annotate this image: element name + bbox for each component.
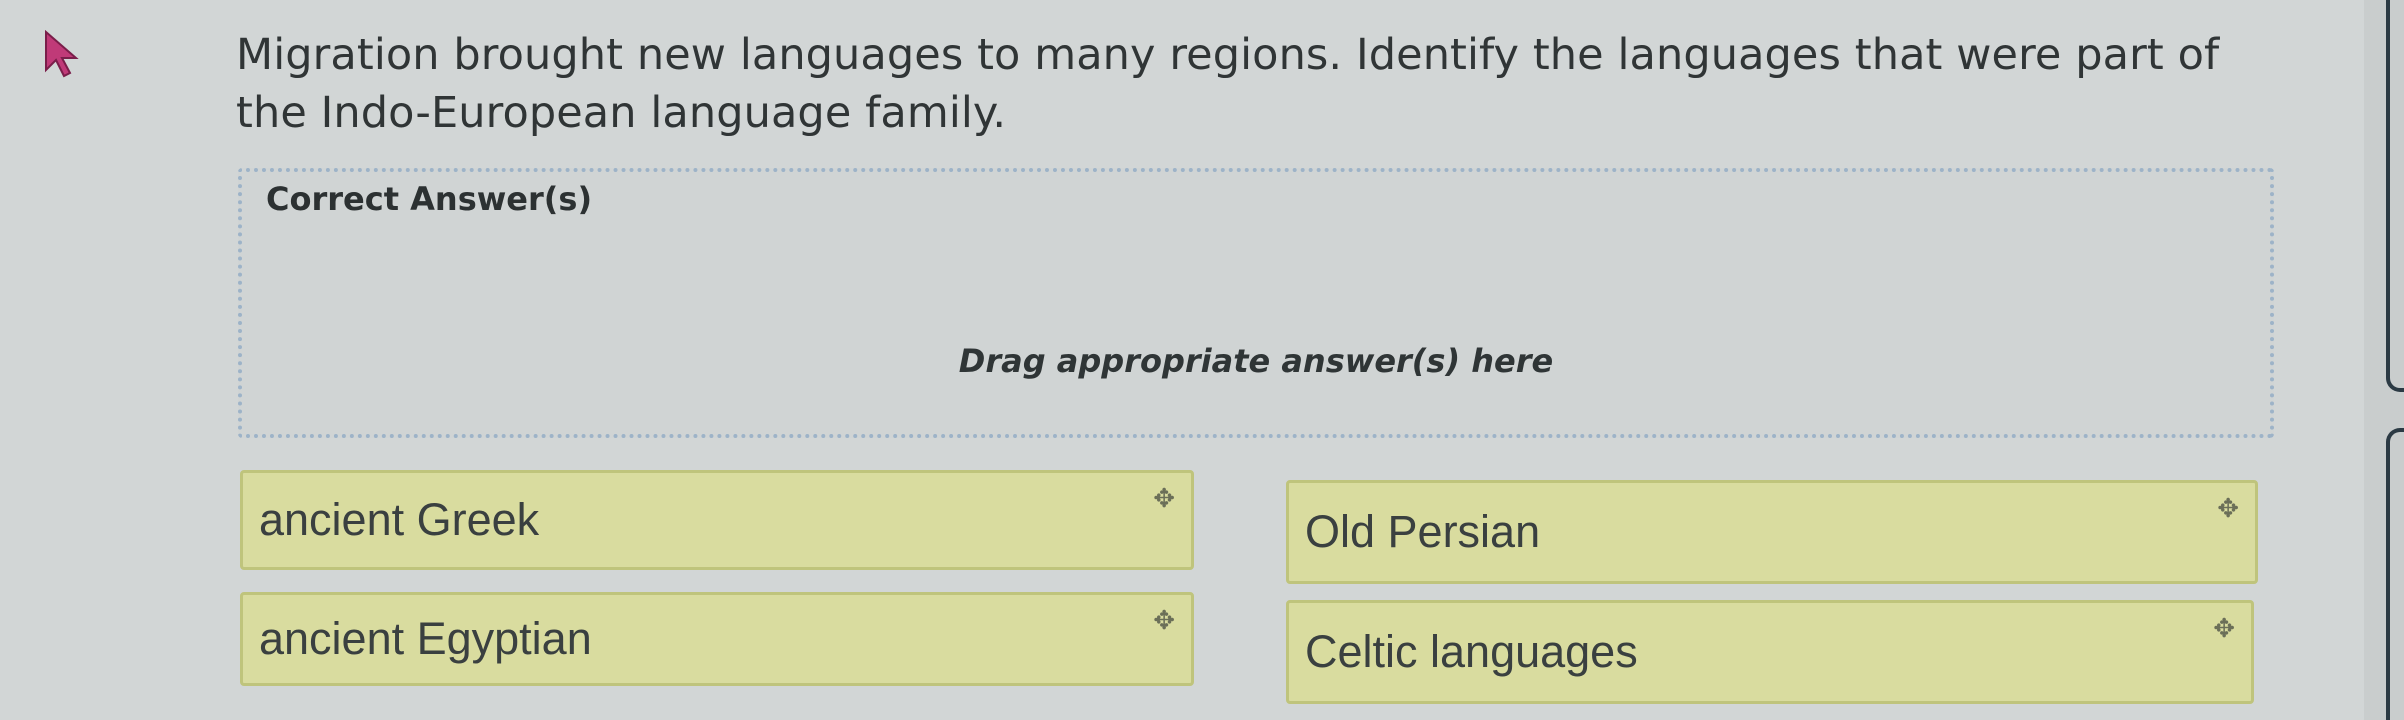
move-icon[interactable]: ✥ [2217,493,2239,524]
option-tile-ancient-egyptian[interactable]: ancient Egyptian ✥ [240,592,1194,686]
option-label: Old Persian [1305,506,1541,557]
option-tile-ancient-greek[interactable]: ancient Greek ✥ [240,470,1194,570]
move-icon[interactable]: ✥ [1153,605,1175,636]
option-tile-celtic-languages[interactable]: Celtic languages ✥ [1286,600,2254,704]
side-panel-frame-top [2386,0,2404,392]
question-text: Migration brought new languages to many … [236,30,2220,138]
dropzone-heading: Correct Answer(s) [266,180,593,218]
dropzone-hint: Drag appropriate answer(s) here [958,342,1554,380]
option-label: Celtic languages [1305,626,1638,677]
mouse-pointer-icon [45,30,79,78]
option-label: ancient Greek [259,494,540,545]
option-tile-old-persian[interactable]: Old Persian ✥ [1286,480,2258,584]
move-icon[interactable]: ✥ [2213,613,2235,644]
move-icon[interactable]: ✥ [1153,483,1175,514]
option-label: ancient Egyptian [259,613,592,664]
side-panel-frame-bottom [2386,428,2404,720]
